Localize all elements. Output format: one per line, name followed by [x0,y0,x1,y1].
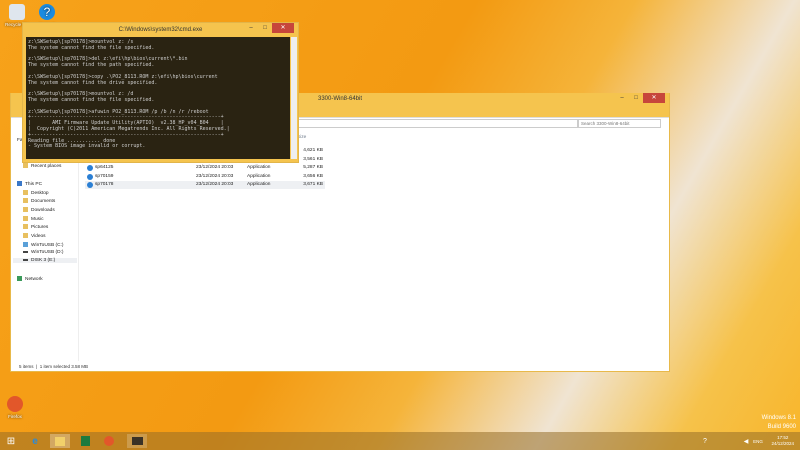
file-name: sp64125 [95,165,114,170]
nav-pc-downloads[interactable]: Downloads [23,207,55,213]
maximize-button[interactable]: □ [629,93,643,103]
nav-videos[interactable]: Videos [23,233,46,239]
cmd-scrollbar[interactable] [291,37,297,159]
start-button[interactable]: ⊞ [3,434,19,448]
desktop-icon-firefox[interactable]: Firefox [0,396,30,419]
cmd-window[interactable]: C:\Windows\system32\cmd.exe – □ ✕ z:\SWSet… [22,22,299,163]
file-size: 5,287 KB [303,165,323,170]
excel-icon[interactable] [77,434,93,448]
file-type: Application [247,165,271,170]
nav-drive-d[interactable]: WinToUSB (D:) [23,250,64,255]
nav-pc-desktop[interactable]: Desktop [23,190,49,196]
help-icon: ? [39,4,55,20]
file-type: Application [247,182,271,187]
file-size: 3,656 KB [303,173,323,179]
nav-this-pc[interactable]: This PC [17,181,42,187]
file-explorer-icon[interactable] [50,434,70,448]
ie-icon[interactable]: e [27,434,43,448]
nav-network[interactable]: Network [17,276,43,282]
clock[interactable]: 17:52 24/12/2024 [771,435,794,447]
nav-pictures[interactable]: Pictures [23,224,48,230]
file-name: sp70178 [95,182,114,187]
status-bar: 5 items | 1 item selected 3.58 MB [19,364,88,369]
search-input[interactable]: Search 3300-Win8-64bit [577,119,661,128]
cmd-maximize-button[interactable]: □ [258,23,272,33]
windows-watermark: Windows 8.1 Build 9600 [761,415,796,430]
help-tray-icon[interactable]: ? [697,434,713,448]
cmd-taskbar-icon[interactable] [127,434,147,448]
recycle-bin-icon [9,4,25,20]
file-row[interactable]: sp70178 23/12/2024 20:03 Application 3,6… [85,181,325,189]
nav-drive-e[interactable]: DISK 3 (E:) [13,258,77,263]
file-size: 4,621 KB [303,148,323,153]
application-icon [87,182,93,188]
cmd-minimize-button[interactable]: – [244,23,258,33]
firefox-taskbar-icon[interactable] [101,434,117,448]
file-date: 23/12/2024 20:03 [196,173,234,179]
navigation-pane: Favourites Desktop Downloads Recent plac… [11,133,79,361]
nav-recent-places[interactable]: Recent places [23,163,61,169]
console-line: - System BIOS image invalid or corrupt. [28,143,146,150]
firefox-icon [7,396,23,412]
console-output: z:\SWSetup\[sp70178]>mountvol z: /s The s… [26,37,290,159]
taskbar: ⊞ e ? ◀ ENG [0,432,800,450]
file-type: Application [247,173,271,179]
application-icon [87,173,93,180]
cmd-close-button[interactable]: ✕ [272,23,294,33]
file-row[interactable]: sp64125 23/12/2024 20:03 Application 5,2… [85,164,325,172]
file-size: 3,561 KB [303,156,323,162]
application-icon [87,165,93,171]
file-name: sp70159 [95,173,114,179]
nav-music[interactable]: Music [23,216,44,222]
file-size: 3,671 KB [303,182,323,187]
language-indicator[interactable]: ENG [750,434,766,448]
close-button[interactable]: ✕ [643,93,665,103]
file-date: 23/12/2024 20:03 [196,182,234,187]
nav-drive-c[interactable]: WinToUSB (C:) [23,242,64,248]
nav-documents[interactable]: Documents [23,198,55,204]
minimize-button[interactable]: – [615,93,629,103]
file-row[interactable]: sp70159 23/12/2024 20:03 Application 3,6… [85,173,325,181]
file-date: 23/12/2024 20:03 [196,165,234,170]
